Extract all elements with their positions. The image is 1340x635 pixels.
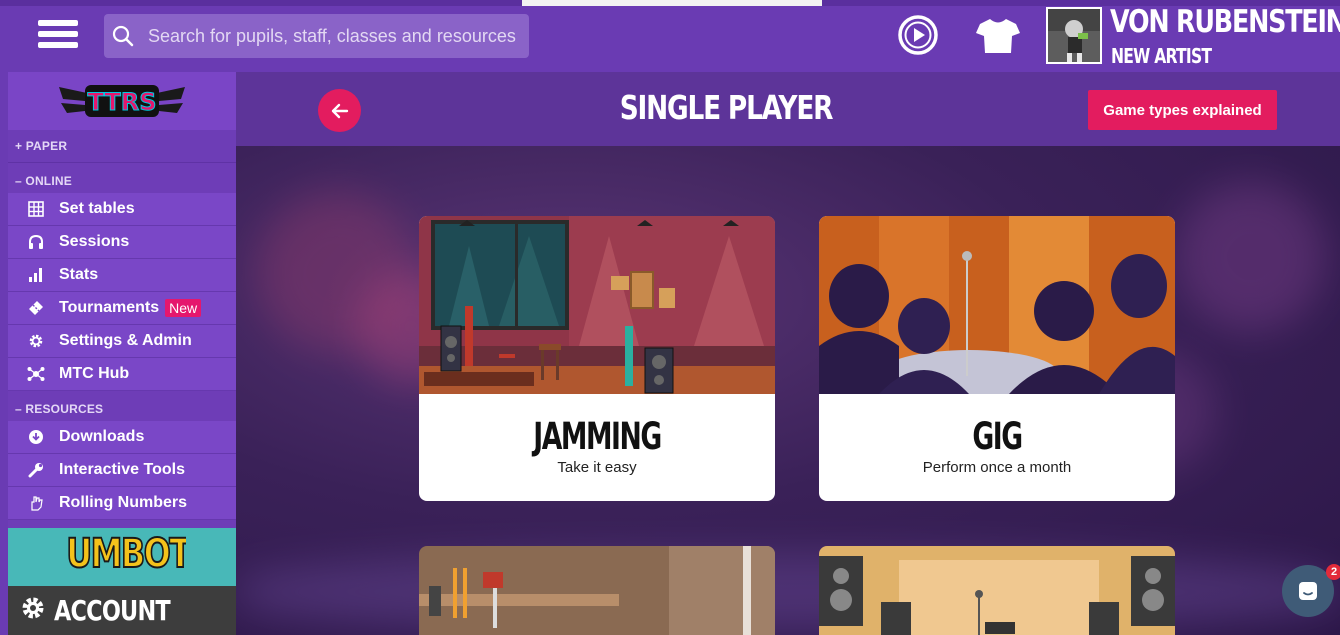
sidebar-item-sessions[interactable]: Sessions — [8, 226, 236, 259]
sidebar-item-downloads[interactable]: Downloads — [8, 421, 236, 454]
jamming-image — [419, 216, 775, 394]
sidebar-item-label: Settings & Admin — [59, 332, 192, 349]
sidebar-item-label: Stats — [59, 266, 99, 283]
gig-image — [819, 216, 1175, 394]
account-button[interactable]: ACCOUNT — [8, 586, 244, 635]
game-card-workshop[interactable] — [419, 546, 775, 635]
ttrs-logo[interactable]: TTRS — [8, 72, 236, 130]
game-card-gig[interactable]: GIG Perform once a month — [819, 216, 1175, 501]
sidebar-item-settings-admin[interactable]: Settings & Admin — [8, 325, 236, 358]
sidebar-item-label: Downloads — [59, 428, 145, 445]
section-header-paper[interactable]: + PAPER — [8, 130, 236, 163]
hand-icon — [25, 495, 47, 511]
sidebar-item-label: Interactive Tools — [59, 461, 185, 478]
chat-badge: 2 — [1326, 564, 1340, 580]
user-name: VON RUBENSTEIN — [1110, 4, 1340, 40]
sidebar-item-mtc-hub[interactable]: MTC Hub — [8, 358, 236, 391]
search-input[interactable] — [148, 25, 528, 47]
sidebar-item-label: Sessions — [59, 233, 130, 250]
main-content: SINGLE PLAYER Game types explained JAMMI… — [236, 72, 1340, 635]
sidebar-item-label: Rolling Numbers — [59, 494, 188, 511]
play-icon[interactable] — [896, 13, 940, 57]
chat-icon — [1299, 582, 1317, 600]
menu-icon[interactable] — [38, 20, 78, 54]
sidebar-item-label: Set tables — [59, 200, 135, 217]
hub-icon — [25, 366, 47, 382]
headphones-icon — [25, 234, 47, 250]
card-subtitle: Perform once a month — [922, 459, 1072, 476]
svg-text:TTRS: TTRS — [87, 88, 156, 116]
ticket-icon — [25, 300, 47, 316]
search-icon — [106, 14, 140, 58]
card-title: JAMMING — [533, 415, 662, 458]
bar-chart-icon — [25, 267, 47, 283]
top-strip-highlight — [522, 0, 822, 6]
card-title: GIG — [972, 415, 1023, 458]
avatar[interactable] — [1046, 7, 1102, 64]
page-header: SINGLE PLAYER Game types explained — [236, 72, 1340, 146]
card-subtitle: Take it easy — [557, 459, 637, 476]
game-card-studio[interactable] — [819, 546, 1175, 635]
sidebar-item-interactive-tools[interactable]: Interactive Tools — [8, 454, 236, 487]
svg-text:NUMBOTS: NUMBOTS — [66, 529, 186, 575]
account-label: ACCOUNT — [54, 594, 171, 627]
section-header-online[interactable]: – ONLINE — [8, 163, 236, 193]
new-badge: New — [165, 299, 202, 317]
game-types-explained-button[interactable]: Game types explained — [1088, 90, 1277, 130]
sidebar-item-tournaments[interactable]: Tournaments New — [8, 292, 236, 325]
search-bar[interactable] — [104, 14, 529, 58]
gear-icon — [20, 595, 46, 626]
sidebar-item-label: MTC Hub — [59, 365, 130, 382]
sidebar-item-set-tables[interactable]: Set tables — [8, 193, 236, 226]
tshirt-icon[interactable] — [975, 16, 1021, 56]
game-card-jamming[interactable]: JAMMING Take it easy — [419, 216, 775, 501]
section-header-resources[interactable]: – RESOURCES — [8, 391, 236, 421]
page-title: SINGLE PLAYER — [619, 88, 834, 127]
sidebar-item-stats[interactable]: Stats — [8, 259, 236, 292]
sidebar-item-rolling-numbers[interactable]: Rolling Numbers — [8, 487, 236, 520]
numbots-label: NUMBOTS — [40, 529, 213, 585]
grid-icon — [25, 201, 47, 217]
top-bar: VON RUBENSTEIN NEW ARTIST — [0, 0, 1340, 72]
user-rank: NEW ARTIST — [1111, 44, 1212, 68]
sidebar-menu: + PAPER – ONLINE Set tables Sessions Sta… — [8, 130, 236, 528]
wrench-icon — [25, 462, 47, 478]
sidebar: TTRS + PAPER – ONLINE Set tables Session… — [0, 72, 244, 635]
numbots-logo[interactable]: NUMBOTS — [8, 528, 244, 586]
gear-icon — [25, 333, 47, 349]
sidebar-item-label: Tournaments — [59, 299, 160, 316]
download-icon — [25, 429, 47, 445]
